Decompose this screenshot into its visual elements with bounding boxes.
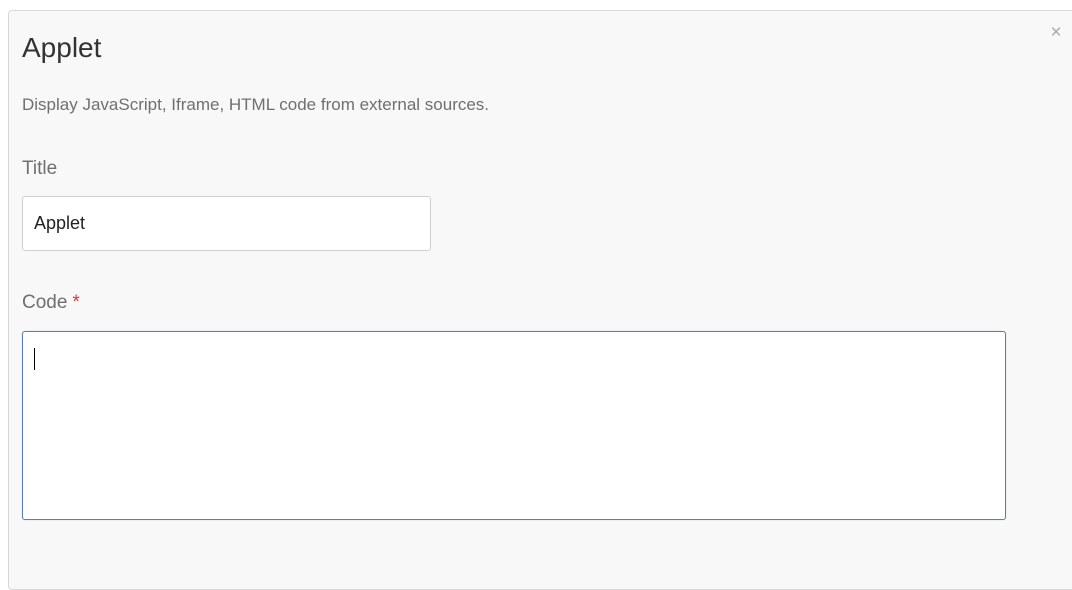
code-label: Code * xyxy=(22,291,80,315)
title-input[interactable] xyxy=(22,196,431,251)
required-marker: * xyxy=(72,292,80,313)
dialog-description: Display JavaScript, Iframe, HTML code fr… xyxy=(22,95,490,114)
dialog-title: Applet xyxy=(22,32,102,63)
code-label-text: Code xyxy=(22,292,68,313)
title-label: Title xyxy=(22,158,58,179)
code-textarea[interactable] xyxy=(22,331,1006,520)
text-cursor xyxy=(34,348,35,370)
close-button[interactable]: × xyxy=(1047,22,1065,43)
close-icon: × xyxy=(1050,22,1062,43)
